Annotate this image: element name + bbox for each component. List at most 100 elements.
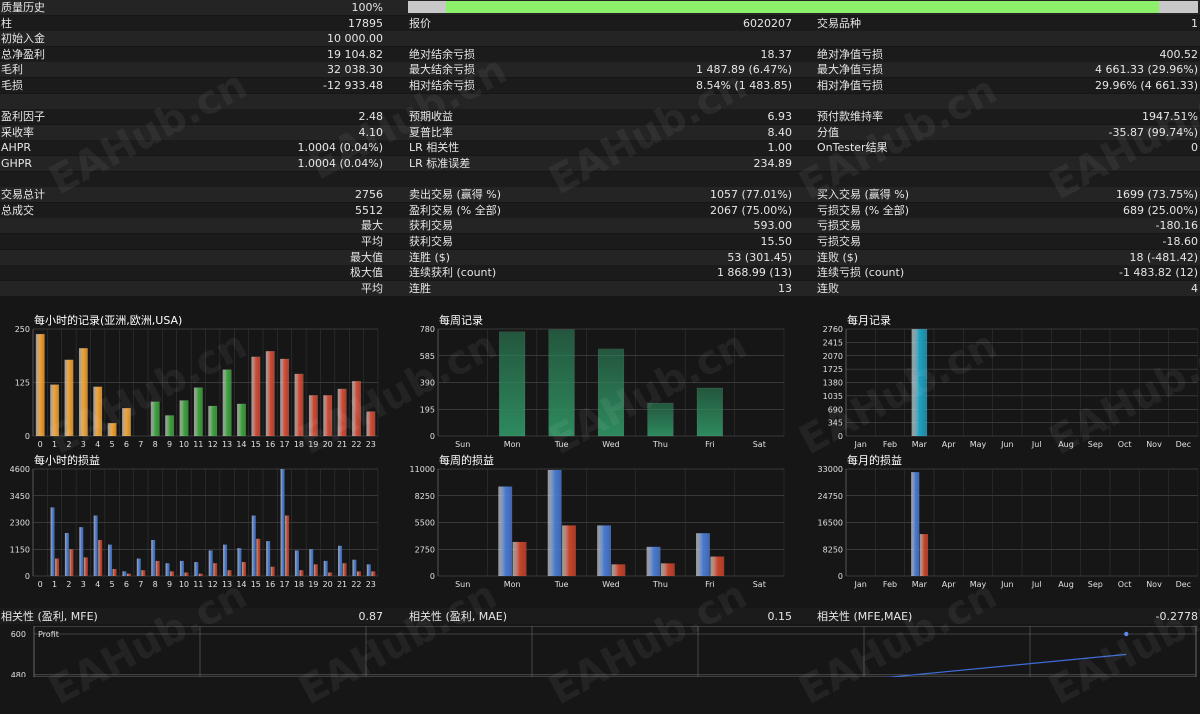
bar bbox=[236, 403, 246, 437]
x-tick-label: 19 bbox=[308, 440, 318, 449]
x-tick-label: Fri bbox=[705, 580, 715, 589]
x-tick-label: 22 bbox=[351, 580, 361, 589]
stat-value: 6.93 bbox=[767, 110, 793, 124]
stat-value: -18.60 bbox=[1162, 235, 1198, 248]
chart-title: 每周的损益 bbox=[439, 453, 494, 467]
x-tick-label: 21 bbox=[337, 440, 347, 449]
bar-profit bbox=[547, 469, 562, 576]
bar-profit bbox=[93, 515, 98, 576]
bar-loss bbox=[611, 564, 626, 576]
x-tick-label: Apr bbox=[942, 440, 957, 449]
stat-label: 连胜 ($) bbox=[409, 250, 451, 264]
bar-loss bbox=[213, 563, 218, 576]
x-tick-label: May bbox=[970, 440, 987, 449]
bar bbox=[64, 359, 74, 437]
bar-loss bbox=[562, 525, 576, 576]
chart-title: 每月的损益 bbox=[847, 453, 902, 467]
x-tick-label: 5 bbox=[110, 580, 115, 589]
bar-loss bbox=[313, 564, 318, 576]
bar-profit bbox=[223, 544, 228, 576]
x-tick-label: Tue bbox=[554, 580, 569, 589]
stat-value: 1 868.99 (13) bbox=[716, 266, 792, 280]
bar-profit bbox=[266, 541, 271, 576]
y-tick-label: 1380 bbox=[823, 379, 843, 388]
chart-svg: 每小时的记录(亚洲,欧洲,USA)01252500 1 2 3 4 5 6 7 8 9 10 11 12… bbox=[15, 313, 379, 449]
x-tick-label: 7 bbox=[138, 440, 143, 449]
chart-svg: 每月的损益 0 8250 16500 24750 33000 Jan Feb Mar Apr May… bbox=[818, 453, 1198, 589]
x-tick-label: 8 bbox=[153, 580, 158, 589]
x-tick-label: 2 bbox=[66, 440, 71, 449]
y-tick-label: 16500 bbox=[818, 519, 843, 528]
x-tick-label: Wed bbox=[602, 440, 619, 449]
bar-loss bbox=[170, 571, 175, 576]
stat-label: GHPR bbox=[1, 157, 33, 170]
x-tick-label: 19 bbox=[308, 580, 318, 589]
stat-value: 15.50 bbox=[760, 235, 793, 248]
stat-label: 质量历史 bbox=[1, 1, 45, 14]
correlation-value: -0.2778 bbox=[1155, 610, 1198, 623]
stat-label: 卖出交易 (赢得 %) bbox=[409, 188, 502, 202]
bar bbox=[323, 395, 333, 437]
stat-value: -180.16 bbox=[1155, 219, 1198, 233]
bar bbox=[121, 407, 131, 437]
x-tick-label: 8 bbox=[153, 440, 158, 449]
x-tick-label: Thu bbox=[652, 440, 668, 449]
bar-profit bbox=[498, 486, 513, 576]
bar bbox=[179, 400, 189, 437]
y-tick-label: 690 bbox=[828, 405, 843, 414]
correlation-label: 相关性 (盈利, MFE) bbox=[1, 610, 98, 623]
stat-value: -35.87 (99.74%) bbox=[1108, 125, 1198, 139]
x-tick-label: 3 bbox=[81, 580, 86, 589]
x-tick-label: May bbox=[970, 580, 987, 589]
stat-label: 夏普比率 bbox=[409, 125, 453, 139]
y-tick-label: 2750 bbox=[415, 545, 435, 554]
bar-profit bbox=[79, 527, 84, 576]
bar bbox=[294, 373, 304, 437]
bar-profit bbox=[237, 548, 242, 576]
x-tick-label: Dec bbox=[1176, 580, 1191, 589]
stat-label: 连败 ($) bbox=[817, 250, 859, 264]
correlation-row: 相关性 (盈利, MFE) 0.87 相关性 (盈利, MAE) 0.15 相关性 (M… bbox=[0, 608, 1200, 624]
x-tick-label: Jan bbox=[853, 440, 866, 449]
plot-frame bbox=[33, 626, 1197, 677]
stat-row: 极大值 连续获利 (count) 1 868.99 (13) 连续亏损 (count)… bbox=[0, 265, 1200, 281]
stat-value: 极大值 bbox=[350, 266, 383, 280]
y-tick-label: 195 bbox=[420, 405, 435, 414]
stat-label: 绝对结余亏损 bbox=[409, 47, 475, 61]
stat-value: 53 (301.45) bbox=[727, 250, 792, 264]
stat-label: 连续亏损 (count) bbox=[817, 266, 905, 280]
bar bbox=[165, 415, 175, 437]
chart-monthly-pnl: 每月的损益 0 8250 16500 24750 33000 Jan Feb Mar Apr May… bbox=[816, 452, 1198, 593]
y-tick-label: 8250 bbox=[823, 545, 843, 554]
bar bbox=[251, 356, 261, 437]
y-tick-label: 11000 bbox=[410, 465, 435, 474]
stat-row bbox=[0, 93, 1200, 109]
x-tick-label: Jun bbox=[1000, 580, 1014, 589]
stat-value: 100% bbox=[351, 1, 383, 14]
stat-value: 最大值 bbox=[350, 250, 383, 264]
x-tick-label: Feb bbox=[883, 580, 897, 589]
x-tick-label: Wed bbox=[602, 580, 619, 589]
y-tick-label: 780 bbox=[420, 325, 435, 334]
bar-loss bbox=[155, 560, 160, 576]
y-tick-label: 0 bbox=[25, 572, 30, 581]
stat-row: 总成交 5512 盈利交易 (% 全部) 2067 (75.00%) 亏损交易 (% 全… bbox=[0, 202, 1200, 218]
stat-value: 1699 (73.75%) bbox=[1115, 188, 1198, 202]
bar bbox=[222, 369, 232, 437]
y-tick-label: 600 bbox=[11, 630, 26, 639]
stat-value: -1 483.82 (12) bbox=[1118, 266, 1198, 280]
bar-loss bbox=[328, 572, 333, 576]
chart-svg: 每周记录 0 195 390 585 780 Sun Mon Tue Wed Thu Fri Sat bbox=[420, 313, 785, 449]
stat-row: 盈利因子 2.48 预期收益 6.93 预付款维持率 1947.51% bbox=[0, 109, 1200, 125]
bar bbox=[548, 329, 575, 437]
bar bbox=[308, 395, 318, 437]
x-tick-label: 3 bbox=[81, 440, 86, 449]
stat-value: 593.00 bbox=[753, 219, 793, 233]
y-tick-label: 0 bbox=[430, 572, 435, 581]
stat-label: 最大结余亏损 bbox=[409, 63, 475, 77]
stat-label: 亏损交易 bbox=[817, 219, 861, 233]
bar-loss bbox=[256, 538, 261, 576]
scatter-title: Profit bbox=[38, 630, 59, 639]
bar bbox=[499, 331, 526, 437]
x-tick-label: 12 bbox=[208, 440, 218, 449]
